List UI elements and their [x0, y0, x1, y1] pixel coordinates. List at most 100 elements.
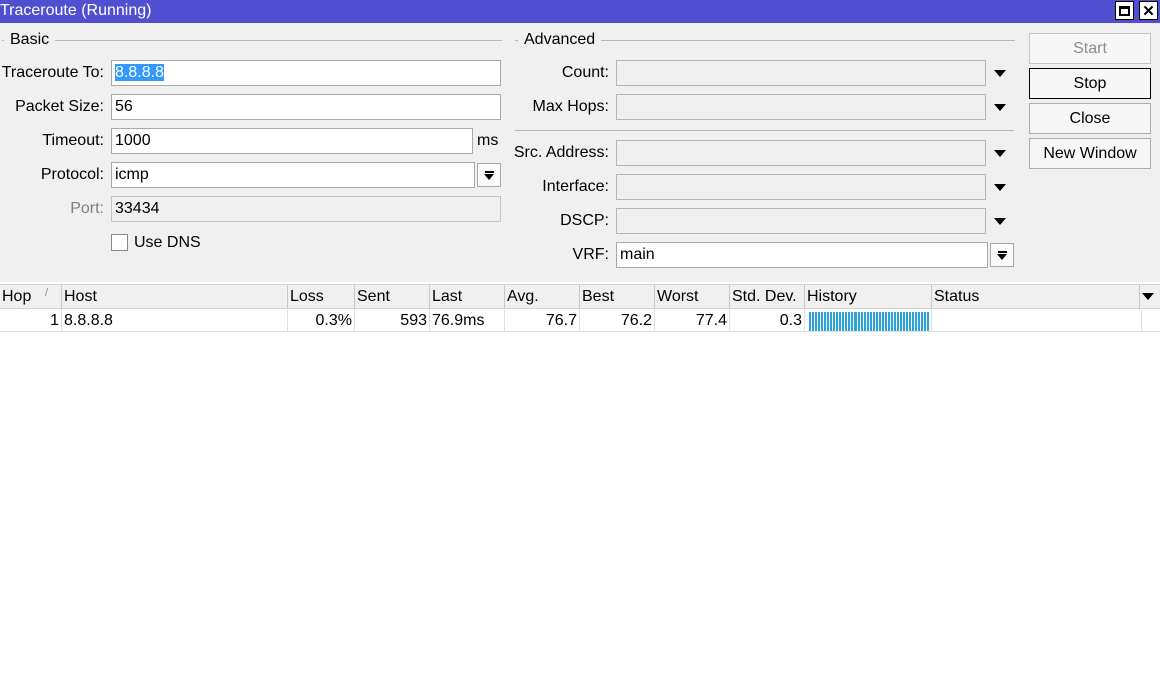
column-header-best[interactable]: Best — [580, 285, 655, 309]
history-bar — [809, 312, 812, 331]
cell-sent: 593 — [355, 310, 430, 332]
advanced-section-title: Advanced — [518, 31, 602, 49]
start-button[interactable]: Start — [1029, 33, 1151, 64]
column-header-hop[interactable]: Hop / — [0, 285, 62, 309]
history-bar — [863, 312, 866, 331]
cell-hop: 1 — [0, 310, 62, 332]
history-bar — [869, 312, 872, 331]
column-header-last[interactable]: Last — [430, 285, 505, 309]
history-bar — [899, 312, 902, 331]
history-bar — [884, 312, 887, 331]
history-bar — [896, 312, 899, 331]
history-bar — [827, 312, 830, 331]
vrf-dropdown-button[interactable] — [990, 243, 1014, 267]
max-hops-dropdown-icon[interactable] — [994, 104, 1006, 111]
history-bars — [809, 312, 930, 331]
column-header-history[interactable]: History — [805, 285, 932, 309]
cell-std-dev: 0.3 — [730, 310, 805, 332]
column-menu-icon[interactable] — [1142, 293, 1154, 300]
use-dns-checkbox[interactable] — [111, 234, 128, 251]
count-label: Count: — [561, 64, 609, 81]
src-address-label: Src. Address: — [513, 144, 609, 161]
history-bar — [878, 312, 881, 331]
history-bar — [824, 312, 827, 331]
cell-last: 76.9ms — [430, 310, 505, 332]
table-row[interactable]: 1 8.8.8.8 0.3% 593 76.9ms 76.7 76.2 77.4… — [0, 310, 1160, 332]
column-header-std-dev[interactable]: Std. Dev. — [730, 285, 805, 309]
src-address-input[interactable] — [616, 140, 986, 166]
timeout-label: Timeout: — [42, 132, 104, 149]
column-header-worst[interactable]: Worst — [655, 285, 730, 309]
packet-size-label: Packet Size: — [15, 98, 104, 115]
max-hops-label: Max Hops: — [532, 98, 609, 115]
cell-worst: 77.4 — [655, 310, 730, 332]
close-button[interactable]: Close — [1029, 103, 1151, 134]
history-bar — [872, 312, 875, 331]
maximize-button[interactable] — [1115, 1, 1134, 20]
history-bar — [881, 312, 884, 331]
dscp-dropdown-icon[interactable] — [994, 218, 1006, 225]
history-bar — [812, 312, 815, 331]
protocol-select[interactable]: icmp — [111, 162, 475, 188]
history-bar — [842, 312, 845, 331]
history-bar — [924, 312, 927, 331]
cell-loss: 0.3% — [288, 310, 355, 332]
history-bar — [860, 312, 863, 331]
history-bar — [854, 312, 857, 331]
column-header-loss[interactable]: Loss — [288, 285, 355, 309]
history-bar — [893, 312, 896, 331]
count-dropdown-icon[interactable] — [994, 70, 1006, 77]
stop-button[interactable]: Stop — [1029, 68, 1151, 99]
history-bar — [839, 312, 842, 331]
interface-dropdown-icon[interactable] — [994, 184, 1006, 191]
history-bar — [857, 312, 860, 331]
protocol-dropdown-button[interactable] — [477, 163, 501, 187]
timeout-unit: ms — [477, 132, 499, 149]
advanced-divider — [515, 130, 1014, 131]
history-bar — [912, 312, 915, 331]
cell-avg: 76.7 — [505, 310, 580, 332]
traceroute-to-label: Traceroute To: — [1, 64, 104, 81]
cell-status — [932, 310, 1142, 332]
vrf-select[interactable]: main — [616, 242, 988, 268]
new-window-button[interactable]: New Window — [1029, 138, 1151, 169]
count-input[interactable] — [616, 60, 986, 86]
column-header-avg[interactable]: Avg. — [505, 285, 580, 309]
history-bar — [918, 312, 921, 331]
cell-host: 8.8.8.8 — [62, 310, 288, 332]
history-bar — [927, 312, 930, 331]
dscp-input[interactable] — [616, 208, 986, 234]
cell-best: 76.2 — [580, 310, 655, 332]
traceroute-to-input[interactable]: 8.8.8.8 — [111, 60, 501, 86]
dscp-label: DSCP: — [560, 212, 609, 229]
history-bar — [866, 312, 869, 331]
protocol-label: Protocol: — [40, 166, 104, 183]
results-table-header: Hop / Host Loss Sent Last Avg. Best Wors… — [0, 284, 1160, 309]
max-hops-input[interactable] — [616, 94, 986, 120]
close-window-button[interactable]: ✕ — [1139, 1, 1158, 20]
history-bar — [833, 312, 836, 331]
history-bar — [848, 312, 851, 331]
title-bar: Traceroute (Running) ✕ — [0, 0, 1160, 23]
history-bar — [851, 312, 854, 331]
basic-section-title: Basic — [4, 31, 56, 49]
packet-size-input[interactable]: 56 — [111, 94, 501, 120]
dropdown-arrow-icon — [997, 250, 1007, 260]
dropdown-arrow-icon — [484, 170, 494, 180]
src-address-dropdown-icon[interactable] — [994, 150, 1006, 157]
column-header-sent[interactable]: Sent — [355, 285, 430, 309]
interface-input[interactable] — [616, 174, 986, 200]
history-bar — [845, 312, 848, 331]
history-bar — [815, 312, 818, 331]
history-bar — [818, 312, 821, 331]
history-bar — [915, 312, 918, 331]
history-bar — [906, 312, 909, 331]
history-bar — [887, 312, 890, 331]
timeout-input[interactable]: 1000 — [111, 128, 473, 154]
column-header-status[interactable]: Status — [932, 285, 1140, 309]
basic-section-line — [2, 40, 502, 41]
history-bar — [909, 312, 912, 331]
column-header-host[interactable]: Host — [62, 285, 288, 309]
history-bar — [902, 312, 905, 331]
history-bar — [921, 312, 924, 331]
